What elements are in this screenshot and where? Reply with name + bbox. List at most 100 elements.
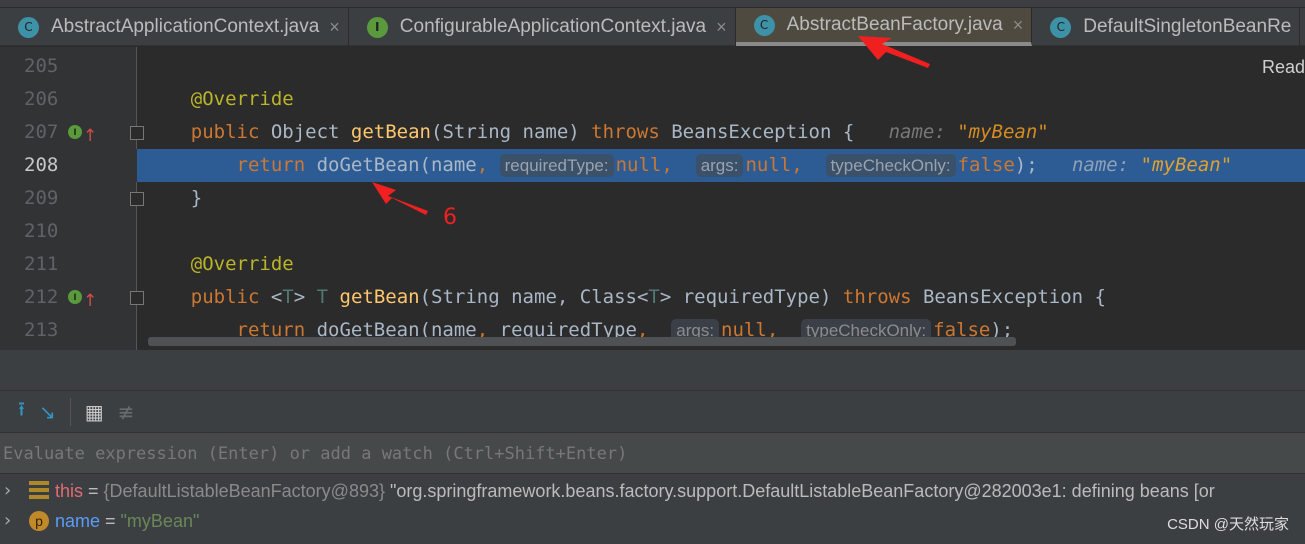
- code-token: public: [145, 286, 271, 308]
- code-token: <: [270, 286, 283, 308]
- code-token: );: [1014, 154, 1038, 176]
- tab-label: AbstractApplicationContext.java: [51, 16, 320, 37]
- step-into-cursor-icon[interactable]: ↘: [39, 400, 56, 424]
- code-token: (String name): [431, 121, 592, 143]
- tab-1[interactable]: I ConfigurableApplicationContext.java ×: [349, 8, 736, 46]
- code-line[interactable]: 205: [0, 50, 1305, 83]
- debugger-toolbar: ⭱ ↘ ▦ ≢: [0, 390, 1305, 432]
- code-token: ,: [661, 154, 696, 176]
- line-number: 205: [24, 55, 59, 77]
- implements-marker-icon[interactable]: I: [68, 125, 82, 139]
- code-text: public Object getBean(String name) throw…: [145, 116, 1049, 149]
- evaluate-expression-input[interactable]: Evaluate expression (Enter) or add a wat…: [0, 432, 1305, 474]
- code-token: null: [615, 154, 662, 176]
- inline-debug-value: name:: [1037, 154, 1141, 176]
- code-token: ,: [476, 154, 500, 176]
- fold-icon[interactable]: [130, 126, 144, 140]
- variable-value: "org.springframework.beans.factory.suppo…: [384, 481, 1215, 501]
- line-number: 210: [24, 220, 59, 242]
- inline-debug-value: name:: [854, 121, 958, 143]
- variable-type: {DefaultListableBeanFactory@893}: [103, 481, 385, 501]
- variable-row[interactable]: › this = {DefaultListableBeanFactory@893}…: [0, 476, 1305, 506]
- code-token: throws: [591, 121, 672, 143]
- code-line[interactable]: 209 }: [0, 182, 1305, 215]
- expand-chevron-icon[interactable]: ›: [4, 506, 11, 536]
- reader-mode-button[interactable]: Read: [1262, 57, 1305, 78]
- code-line[interactable]: 208 return doGetBean(name, requiredType:…: [0, 149, 1305, 182]
- variable-text: this = {DefaultListableBeanFactory@893} …: [55, 476, 1215, 506]
- code-token: false: [957, 154, 1015, 176]
- code-editor[interactable]: 205 206 @Override 207 I ↑ public Object getB…: [0, 47, 1305, 350]
- variable-row[interactable]: › p name = "myBean": [0, 506, 1305, 536]
- gutter-bg: [0, 149, 137, 182]
- tab-0[interactable]: C AbstractApplicationContext.java ×: [0, 8, 349, 46]
- inline-debug-value: "myBean": [957, 121, 1049, 143]
- code-line[interactable]: 212 I ↑ public <T> T getBean(String name, …: [0, 281, 1305, 314]
- parameter-hint: requiredType:: [499, 154, 614, 177]
- variable-text: name = "myBean": [55, 506, 199, 536]
- editor-tabs: C AbstractApplicationContext.java × I Config…: [0, 8, 1305, 46]
- tab-3[interactable]: C DefaultSingletonBeanRe: [1032, 8, 1301, 46]
- implements-marker-icon[interactable]: I: [68, 290, 82, 304]
- line-number: 208: [24, 154, 59, 176]
- inline-debug-value: "myBean": [1140, 154, 1233, 176]
- evaluate-calculator-icon[interactable]: ▦: [85, 400, 104, 424]
- code-text: }: [145, 182, 202, 215]
- step-out-icon[interactable]: ⭱: [18, 395, 25, 429]
- watermark: CSDN @天然玩家: [1167, 516, 1289, 533]
- line-number: 207: [24, 121, 59, 143]
- code-token: public: [145, 121, 271, 143]
- line-number: 209: [24, 187, 59, 209]
- variable-name: this: [55, 481, 84, 501]
- close-tab-icon[interactable]: ×: [329, 17, 340, 38]
- code-line[interactable]: 207 I ↑ public Object getBean(String name)…: [0, 116, 1305, 149]
- field-icon: [29, 481, 49, 501]
- variable-name: name: [55, 511, 101, 531]
- close-tab-icon[interactable]: ×: [716, 17, 727, 38]
- code-token: }: [145, 187, 203, 209]
- fold-icon[interactable]: [130, 192, 144, 206]
- class-icon: C: [18, 16, 39, 38]
- tab-2[interactable]: C AbstractBeanFactory.java ×: [735, 8, 1033, 46]
- line-number: 212: [24, 286, 59, 308]
- tab-label: DefaultSingletonBeanRe: [1083, 16, 1292, 37]
- fold-icon[interactable]: [130, 291, 144, 305]
- code-token: @Override: [145, 88, 294, 110]
- title-strip: [0, 0, 1305, 8]
- class-icon: C: [753, 14, 775, 36]
- code-text: @Override: [145, 83, 294, 116]
- code-token: doGetBean(name: [316, 154, 477, 176]
- code-line[interactable]: 206 @Override: [0, 83, 1305, 116]
- restore-layout-icon[interactable]: ≢: [118, 400, 135, 424]
- code-text: return doGetBean(name, requiredType: null…: [145, 149, 1232, 182]
- close-tab-icon[interactable]: ×: [1013, 15, 1024, 36]
- code-token: T: [282, 286, 294, 308]
- code-token: > requiredType): [659, 286, 843, 308]
- expand-chevron-icon[interactable]: ›: [4, 476, 11, 506]
- interface-icon: I: [366, 16, 388, 38]
- line-number: 213: [24, 319, 59, 341]
- code-line[interactable]: 210: [0, 215, 1305, 248]
- tab-label: AbstractBeanFactory.java: [786, 14, 1003, 35]
- class-icon: C: [1050, 16, 1072, 38]
- annotation-step-number: 6: [443, 205, 457, 230]
- horizontal-scrollbar[interactable]: [148, 337, 1016, 346]
- code-line[interactable]: 211 @Override: [0, 248, 1305, 281]
- line-number: 211: [24, 253, 59, 275]
- parameter-icon: p: [29, 511, 49, 531]
- code-token: BeansException {: [671, 121, 855, 143]
- code-token: throws: [842, 286, 923, 308]
- parameter-hint: typeCheckOnly:: [825, 154, 956, 177]
- parameter-hint: args:: [695, 154, 744, 177]
- code-token: >: [293, 286, 317, 308]
- debugger-panel: ⭱ ↘ ▦ ≢ Evaluate expression (Enter) or add …: [0, 350, 1305, 544]
- variable-equals: =: [83, 481, 104, 501]
- code-token: T: [316, 286, 340, 308]
- toolbar-separator: [69, 397, 71, 426]
- variable-value: "myBean": [120, 511, 200, 531]
- tab-label: ConfigurableApplicationContext.java: [399, 16, 707, 37]
- code-token: getBean: [339, 286, 420, 308]
- code-text: public <T> T getBean(String name, Class<…: [145, 281, 1106, 314]
- code-token: Object: [270, 121, 351, 143]
- code-token: T: [648, 286, 660, 308]
